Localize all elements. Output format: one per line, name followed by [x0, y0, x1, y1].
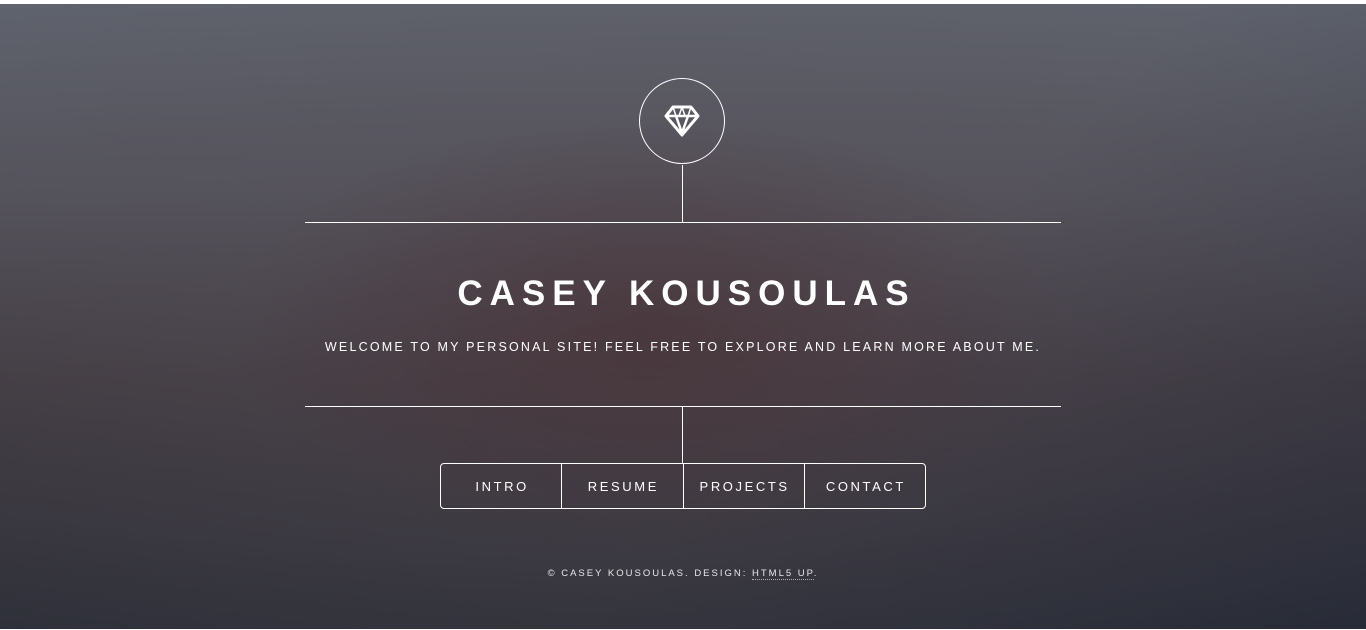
design-label: DESIGN: — [694, 568, 748, 579]
diamond-icon — [663, 104, 701, 138]
footer-copyright: © CASEY KOUSOULAS. DESIGN: HTML5 UP. — [305, 567, 1061, 581]
site-title: CASEY KOUSOULAS — [457, 274, 916, 313]
design-credit-link[interactable]: HTML5 UP — [752, 568, 814, 580]
connector-line-bottom — [682, 407, 683, 464]
main-nav: INTRO RESUME PROJECTS CONTACT — [440, 463, 926, 509]
copyright-text: © CASEY KOUSOULAS. — [547, 568, 690, 579]
logo-circle — [639, 78, 725, 164]
divider-bottom — [305, 406, 1061, 407]
nav-item-resume[interactable]: RESUME — [561, 464, 682, 508]
site-tagline: WELCOME TO MY PERSONAL SITE! FEEL FREE T… — [324, 340, 1042, 354]
nav-item-contact[interactable]: CONTACT — [803, 464, 925, 508]
connector-line-top — [682, 165, 683, 222]
footer-end: . — [813, 568, 819, 579]
page-viewport: CASEY KOUSOULAS WELCOME TO MY PERSONAL S… — [0, 4, 1366, 629]
nav-item-intro[interactable]: INTRO — [441, 464, 561, 508]
divider-top — [305, 222, 1061, 223]
nav-item-projects[interactable]: PROJECTS — [682, 464, 804, 508]
